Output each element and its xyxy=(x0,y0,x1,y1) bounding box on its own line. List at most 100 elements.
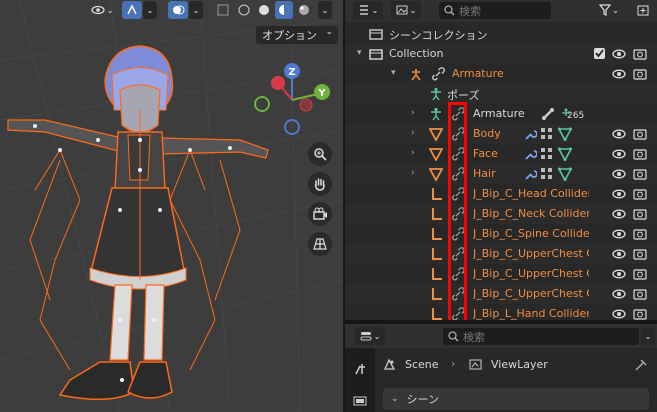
shading-solid-button[interactable] xyxy=(255,1,273,19)
camera-icon[interactable] xyxy=(633,127,647,141)
row-label: J_Bip_L_Hand Collider xyxy=(473,307,589,320)
camera-icon[interactable] xyxy=(633,247,647,261)
chevron-right-icon[interactable]: › xyxy=(411,128,415,138)
y-axis-label: Y xyxy=(317,88,326,99)
outliner-row-collection[interactable]: ▾ Collection xyxy=(345,44,657,64)
empty-object-icon xyxy=(432,288,442,300)
row-label: ポーズ xyxy=(447,89,480,102)
eye-icon[interactable] xyxy=(612,227,626,241)
properties-options-dropdown[interactable]: ⌄ xyxy=(641,327,655,345)
chevron-right-icon[interactable]: › xyxy=(411,148,415,158)
outliner-row-scene-collection[interactable]: シーンコレクション xyxy=(345,24,657,44)
shading-material-button[interactable] xyxy=(275,1,293,19)
xray-toggle-button[interactable] xyxy=(214,1,232,19)
tool-tab-icon[interactable] xyxy=(353,362,367,376)
outliner-row-collider[interactable]: J_Bip_C_Head Collider xyxy=(345,184,657,204)
pan-button[interactable] xyxy=(308,172,332,196)
eye-icon[interactable] xyxy=(612,47,626,61)
hand-icon xyxy=(314,178,325,191)
properties-editor[interactable]: ⌄ 検索 ⌄ Scene › ViewLayer ⌄ シーン xyxy=(345,324,657,412)
row-label: Collection xyxy=(389,47,444,60)
eye-icon[interactable] xyxy=(612,187,626,201)
eye-icon[interactable] xyxy=(612,127,626,141)
eye-icon[interactable] xyxy=(612,67,626,81)
outliner-row-collider[interactable]: J_Bip_C_Spine Collider xyxy=(345,224,657,244)
outliner-row-armature-object[interactable]: ▾ Armature xyxy=(345,64,657,84)
filter-button[interactable]: ⌄ xyxy=(595,1,623,19)
chevron-right-icon[interactable]: › xyxy=(411,168,415,178)
outliner-row-collider[interactable]: J_Bip_C_UpperChest Collider xyxy=(345,264,657,284)
eye-icon[interactable] xyxy=(612,267,626,281)
shading-dropdown[interactable]: ⌄ xyxy=(318,1,332,19)
chevron-down-icon[interactable]: ▾ xyxy=(357,48,362,58)
zoom-button[interactable] xyxy=(308,142,332,166)
filter-view-dropdown[interactable]: ⌄ xyxy=(391,1,421,19)
vertex-groups-icon xyxy=(541,168,552,179)
wrench-icon xyxy=(525,130,537,140)
shading-wireframe-button[interactable] xyxy=(235,1,253,19)
camera-icon[interactable] xyxy=(633,287,647,301)
outliner-row-collider[interactable]: J_Bip_L_Hand Collider xyxy=(345,304,657,320)
zoom-icon xyxy=(314,148,327,161)
camera-icon[interactable] xyxy=(633,67,647,81)
eye-icon[interactable] xyxy=(612,167,626,181)
outliner-row-collider[interactable]: J_Bip_C_UpperChest Collider xyxy=(345,244,657,264)
outliner-row-body[interactable]: › Body xyxy=(345,124,657,144)
eye-icon[interactable] xyxy=(612,147,626,161)
chevron-down-icon[interactable]: ▾ xyxy=(391,68,396,78)
view-object-types-button[interactable]: ⌄ xyxy=(88,1,116,19)
camera-icon[interactable] xyxy=(633,147,647,161)
camera-icon[interactable] xyxy=(633,227,647,241)
overlay-toggle-button[interactable] xyxy=(168,1,188,19)
new-collection-button[interactable] xyxy=(635,1,651,19)
outliner-icon xyxy=(359,5,368,15)
scene-panel-header[interactable]: ⌄ シーン xyxy=(383,388,649,410)
camera-icon[interactable] xyxy=(633,207,647,221)
outliner-row-armature-data[interactable]: › Armature 265 xyxy=(345,104,657,124)
viewport-header: ⌄ ⌄ ⌄ ⌄ xyxy=(0,0,343,22)
rendered-sphere-icon xyxy=(299,5,309,15)
checkbox-icon[interactable] xyxy=(594,48,606,60)
pin-icon[interactable] xyxy=(635,358,648,371)
shading-rendered-button[interactable] xyxy=(295,1,313,19)
perspective-toggle-button[interactable] xyxy=(308,232,332,256)
row-label: J_Bip_C_UpperChest Collider xyxy=(473,267,589,280)
outliner[interactable]: ⌄ ⌄ 検索 ⌄ シーンコレクション ▾ Collection ▾ Armatu… xyxy=(345,0,657,320)
gizmo-dropdown[interactable]: ⌄ xyxy=(143,1,157,19)
camera-icon[interactable] xyxy=(633,167,647,181)
link-icon xyxy=(432,67,445,81)
pose-icon xyxy=(431,107,441,121)
row-label: J_Bip_C_UpperChest Collider xyxy=(473,287,589,300)
empty-object-icon xyxy=(432,208,442,220)
chevron-right-icon[interactable]: › xyxy=(411,108,415,118)
bone-count-badge: 265 xyxy=(567,111,585,121)
eye-icon[interactable] xyxy=(612,307,626,320)
camera-icon[interactable] xyxy=(633,307,647,320)
outliner-row-hair[interactable]: › Hair xyxy=(345,164,657,184)
render-tab-icon[interactable] xyxy=(353,394,367,408)
outliner-row-face[interactable]: › Face xyxy=(345,144,657,164)
scene-collection-icon xyxy=(369,29,383,40)
options-dropdown[interactable]: オプション ⌄ xyxy=(256,26,338,44)
breadcrumb-view-layer[interactable]: ViewLayer xyxy=(491,358,548,371)
gizmo-toggle-button[interactable] xyxy=(122,1,142,19)
overlay-dropdown[interactable]: ⌄ xyxy=(189,1,203,19)
breadcrumb-scene[interactable]: Scene xyxy=(405,358,439,371)
3d-viewport[interactable]: ⌄ ⌄ ⌄ ⌄ オプション ⌄ Z Y xyxy=(0,0,343,412)
character-model[interactable] xyxy=(0,40,270,412)
outliner-search-input[interactable]: 検索 xyxy=(439,2,551,19)
outliner-row-collider[interactable]: J_Bip_C_UpperChest Collider xyxy=(345,284,657,304)
camera-view-button[interactable] xyxy=(308,202,332,226)
eye-icon[interactable] xyxy=(612,207,626,221)
navigation-gizmo[interactable]: Z Y xyxy=(250,58,335,138)
editor-type-dropdown[interactable]: ⌄ xyxy=(355,327,385,345)
eye-icon[interactable] xyxy=(612,287,626,301)
outliner-row-pose[interactable]: ポーズ xyxy=(345,84,657,104)
camera-icon[interactable] xyxy=(633,267,647,281)
camera-icon[interactable] xyxy=(633,47,647,61)
camera-icon[interactable] xyxy=(633,187,647,201)
outliner-row-collider[interactable]: J_Bip_C_Neck Collider xyxy=(345,204,657,224)
properties-search-input[interactable]: 検索 xyxy=(443,328,639,345)
eye-icon[interactable] xyxy=(612,247,626,261)
display-mode-dropdown[interactable]: ⌄ xyxy=(353,1,383,19)
